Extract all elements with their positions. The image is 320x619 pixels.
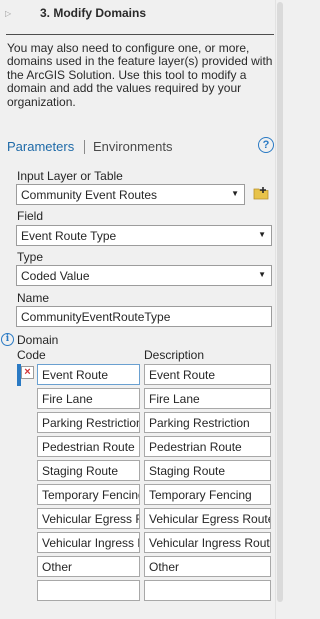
delete-row-icon[interactable]: × (21, 366, 34, 379)
tab-parameters[interactable]: Parameters (7, 139, 74, 154)
description-cell[interactable]: Staging Route (144, 460, 271, 481)
header-divider (6, 34, 274, 35)
step-title: 3. Modify Domains (40, 6, 147, 20)
browse-folder-icon[interactable] (253, 186, 269, 200)
description-cell[interactable]: Other (144, 556, 271, 577)
description-cell-empty[interactable] (144, 580, 271, 601)
description-cell[interactable]: Temporary Fencing (144, 484, 271, 505)
input-layer-value: Community Event Routes (21, 188, 158, 202)
input-layer-label: Input Layer or Table (17, 169, 123, 183)
description-cell[interactable]: Vehicular Ingress Route (144, 532, 271, 553)
code-cell[interactable]: Temporary Fencing (37, 484, 140, 505)
domain-label: Domain (17, 333, 59, 347)
vertical-scrollbar[interactable] (275, 0, 285, 619)
code-cell[interactable]: Pedestrian Route (37, 436, 140, 457)
code-cell[interactable]: Parking Restriction (37, 412, 140, 433)
code-cell[interactable]: Vehicular Egress Route (37, 508, 140, 529)
code-cell[interactable]: Other (37, 556, 140, 577)
step-description: You may also need to configure one, or m… (7, 41, 273, 109)
type-value: Coded Value (21, 269, 90, 283)
field-label: Field (17, 209, 44, 223)
description-cell[interactable]: Pedestrian Route (144, 436, 271, 457)
code-cell-empty[interactable] (37, 580, 140, 601)
tab-separator (84, 140, 85, 154)
info-icon[interactable]: i (1, 333, 14, 346)
step-header[interactable]: ▷ 3. Modify Domains (0, 0, 275, 32)
code-cell[interactable]: Event Route (37, 364, 140, 385)
code-cell[interactable]: Vehicular Ingress Route (37, 532, 140, 553)
scrollbar-thumb[interactable] (277, 2, 283, 602)
type-dropdown[interactable]: Coded Value ▼ (16, 265, 272, 286)
chevron-down-icon: ▼ (258, 270, 266, 279)
expand-arrow-icon[interactable]: ▷ (5, 9, 15, 19)
tab-environments[interactable]: Environments (93, 139, 172, 154)
code-cell[interactable]: Staging Route (37, 460, 140, 481)
help-icon[interactable]: ? (258, 137, 274, 153)
name-value: CommunityEventRouteType (21, 310, 171, 324)
name-input[interactable]: CommunityEventRouteType (16, 306, 272, 327)
description-cell[interactable]: Parking Restriction (144, 412, 271, 433)
tool-tabs: Parameters Environments ? (7, 137, 275, 157)
description-cell[interactable]: Vehicular Egress Route (144, 508, 271, 529)
chevron-down-icon: ▼ (231, 189, 239, 198)
input-layer-dropdown[interactable]: Community Event Routes ▼ (16, 184, 245, 205)
geoprocessing-pane: ▷ 3. Modify Domains You may also need to… (0, 0, 275, 619)
chevron-down-icon: ▼ (258, 230, 266, 239)
field-dropdown[interactable]: Event Route Type ▼ (16, 225, 272, 246)
description-cell[interactable]: Fire Lane (144, 388, 271, 409)
description-cell[interactable]: Event Route (144, 364, 271, 385)
code-cell[interactable]: Fire Lane (37, 388, 140, 409)
field-value: Event Route Type (21, 229, 117, 243)
column-header-code: Code (17, 348, 46, 362)
name-label: Name (17, 291, 50, 305)
column-header-description: Description (144, 348, 205, 362)
type-label: Type (17, 250, 44, 264)
